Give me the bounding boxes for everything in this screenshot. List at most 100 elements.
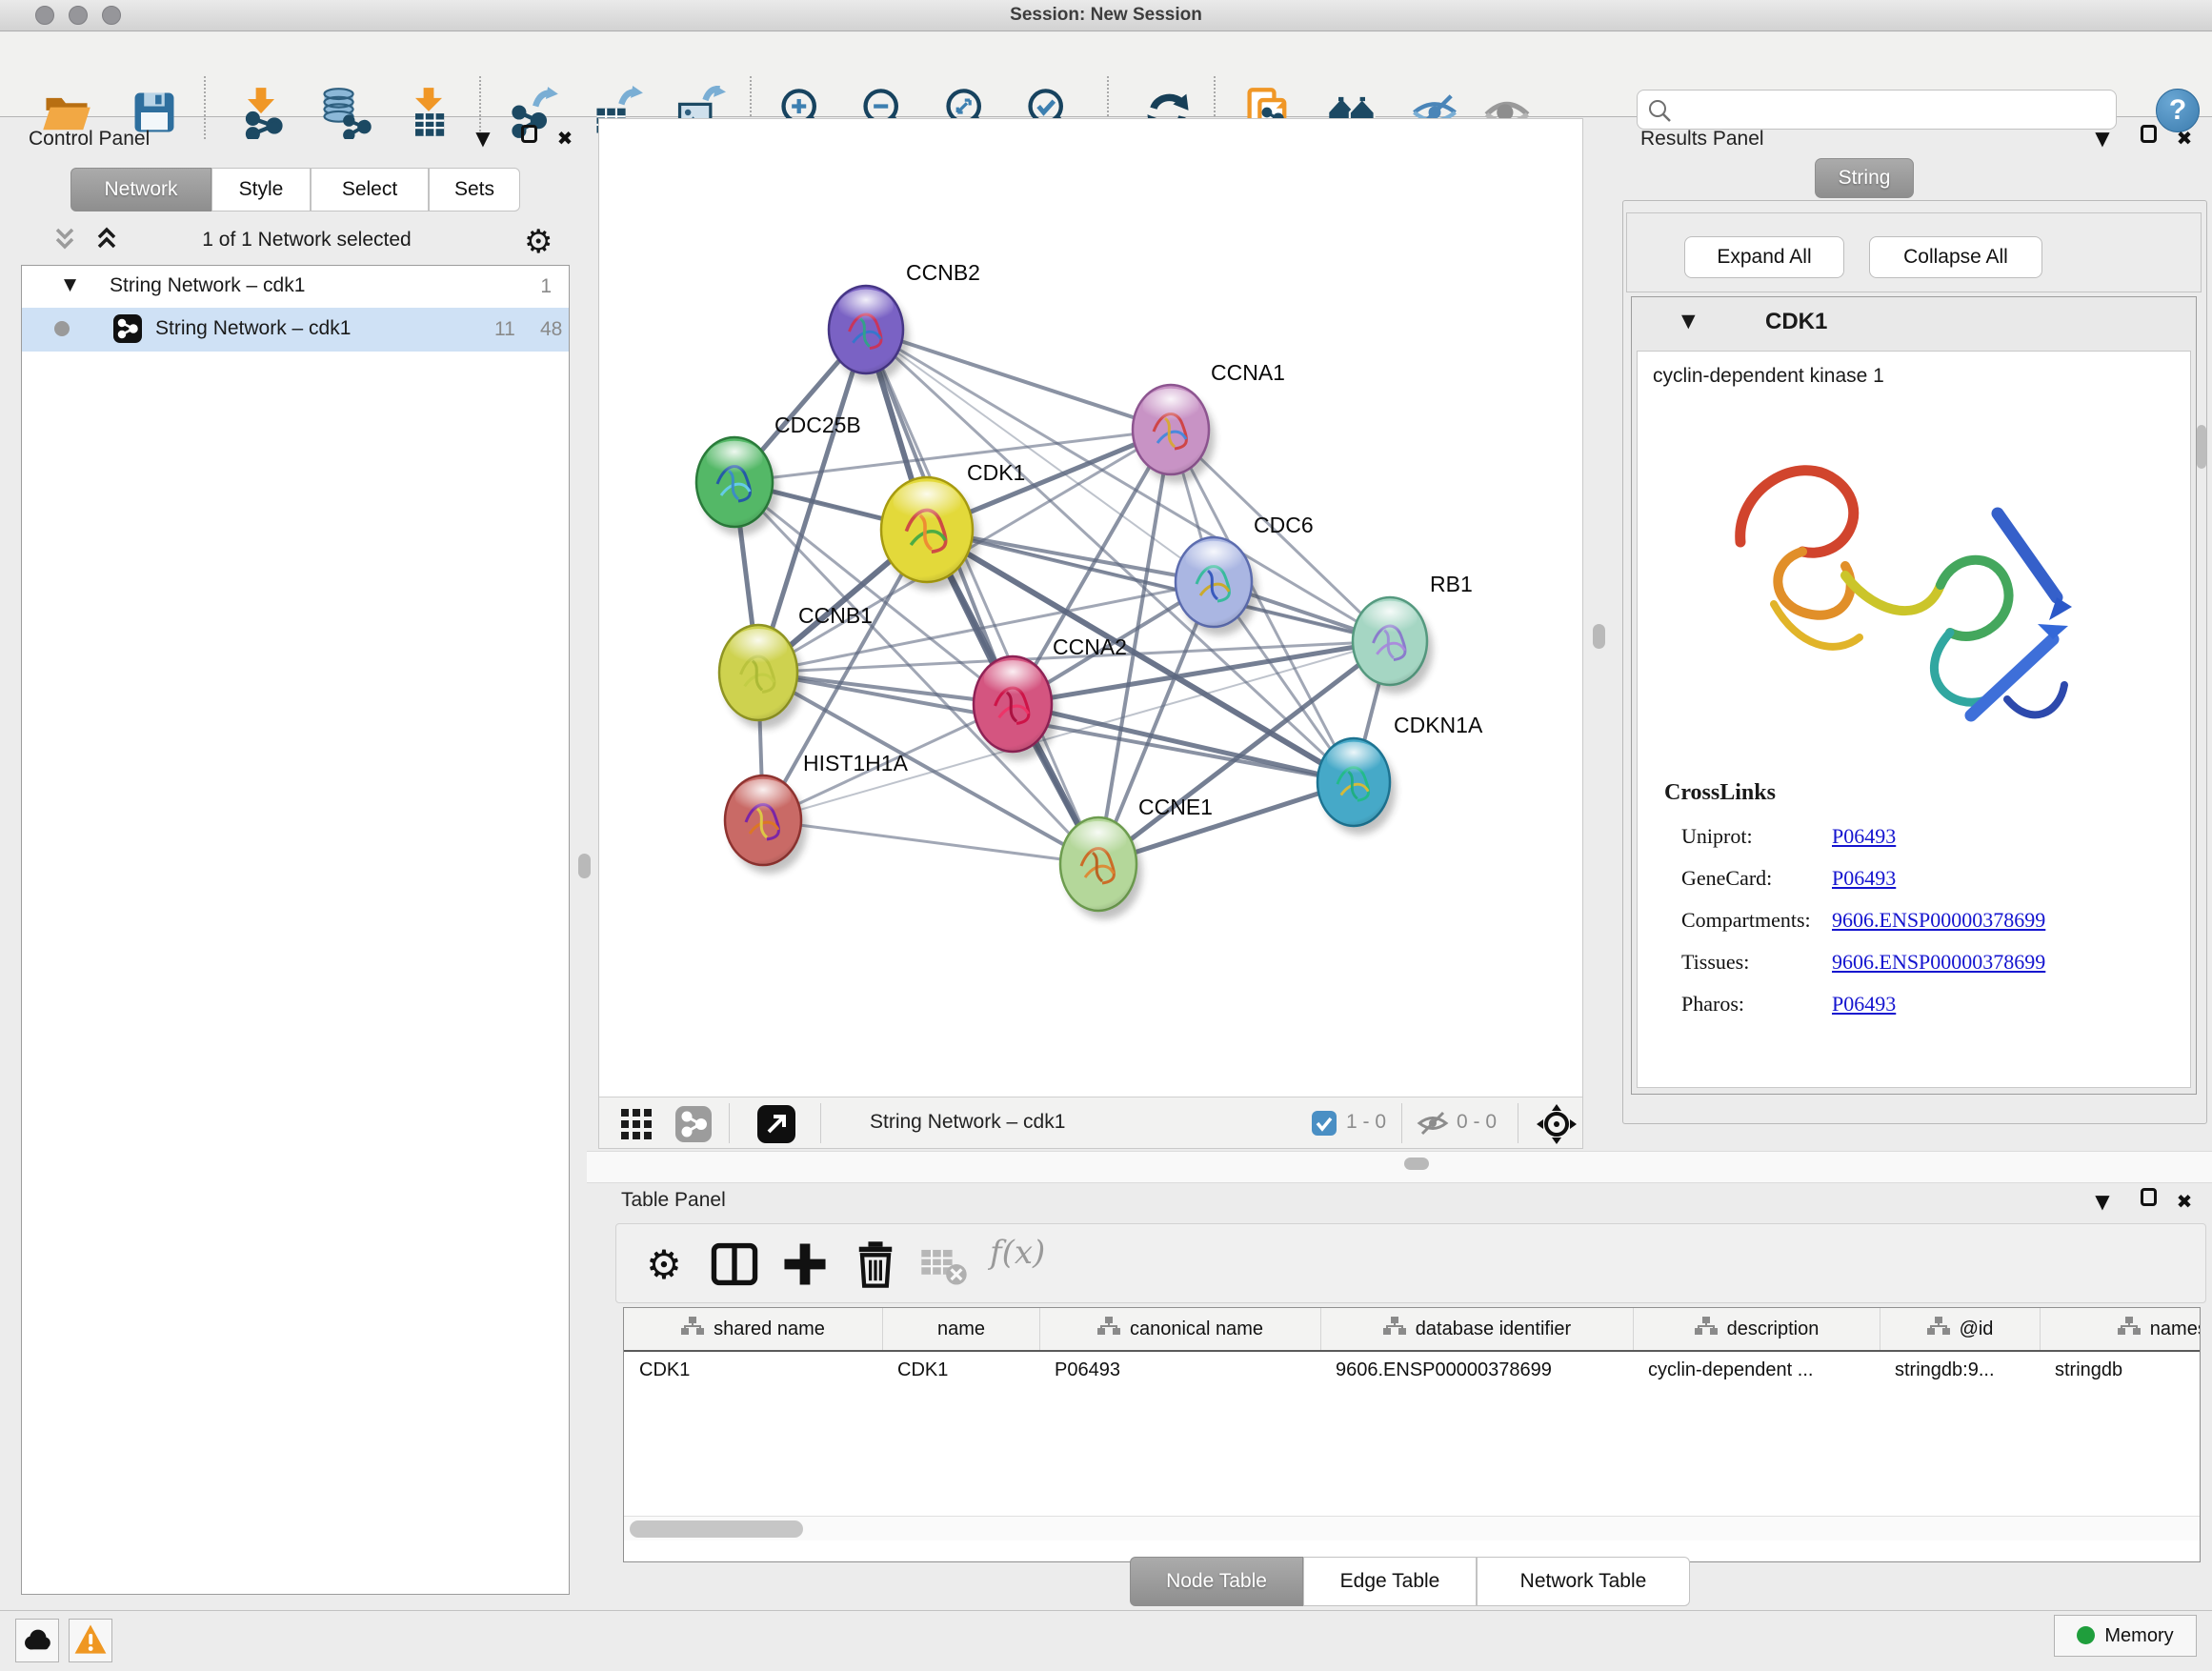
detach-view-icon[interactable]	[757, 1105, 795, 1143]
crosslink-value-link[interactable]: 9606.ENSP00000378699	[1832, 908, 2045, 933]
network-edge[interactable]	[866, 330, 1171, 430]
table-panel-close-icon[interactable]: ✖	[2170, 1189, 2199, 1214]
crosslink-value-link[interactable]: P06493	[1832, 824, 1896, 849]
column-header-shared-name[interactable]: shared name	[624, 1308, 882, 1350]
network-edge[interactable]	[866, 330, 1098, 864]
memory-status-dot-icon	[2077, 1626, 2095, 1644]
column-header-database-identifier[interactable]: database identifier	[1320, 1308, 1633, 1350]
delete-column-trash-icon[interactable]	[849, 1238, 902, 1291]
table-cell[interactable]: 9606.ENSP00000378699	[1320, 1352, 1633, 1392]
column-header--id[interactable]: @id	[1880, 1308, 2040, 1350]
scrollbar-thumb[interactable]	[630, 1520, 803, 1538]
table-cell[interactable]: stringdb	[2040, 1352, 2201, 1392]
application-window: Session: New Session	[0, 0, 2212, 1671]
grid-view-icon[interactable]	[620, 1108, 653, 1140]
function-builder-icon[interactable]: f(x)	[990, 1234, 1045, 1272]
network-options-gear-icon[interactable]: ⚙	[524, 223, 553, 261]
network-node-CDK1[interactable]: CDK1	[881, 460, 1025, 591]
crosslink-label: Tissues:	[1681, 950, 1749, 975]
table-panel-menu-icon[interactable]: ▼	[2088, 1189, 2117, 1214]
vertical-splitter-handle[interactable]	[578, 854, 591, 878]
network-edge[interactable]	[763, 820, 1098, 864]
control-panel-close-icon[interactable]: ✖	[551, 126, 579, 151]
hidden-eye-slash-icon	[1417, 1109, 1449, 1137]
table-cell[interactable]: cyclin-dependent ...	[1633, 1352, 1880, 1392]
warning-status-icon[interactable]	[69, 1619, 112, 1662]
hierarchy-icon	[1383, 1316, 1406, 1342]
control-panel-menu-icon[interactable]: ▼	[469, 126, 497, 151]
column-header-description[interactable]: description	[1633, 1308, 1880, 1350]
node-label: CCNB1	[798, 603, 873, 628]
tab-edge-table[interactable]: Edge Table	[1303, 1557, 1477, 1606]
gene-section-header[interactable]: ▼ CDK1	[1632, 297, 2196, 349]
network-row[interactable]: String Network – cdk1 11 48	[22, 308, 569, 352]
tab-style[interactable]: Style	[211, 168, 311, 211]
collapse-all-chevron-icon[interactable]	[50, 227, 80, 255]
delete-table-icon[interactable]	[917, 1238, 971, 1291]
column-header-canonical-name[interactable]: canonical name	[1039, 1308, 1320, 1350]
crosslink-value-link[interactable]: P06493	[1832, 866, 1896, 891]
table-row[interactable]: CDK1CDK1P064939606.ENSP00000378699cyclin…	[624, 1352, 2200, 1392]
network-node-CDKN1A[interactable]: CDKN1A	[1317, 713, 1483, 835]
show-columns-icon[interactable]	[708, 1238, 761, 1291]
results-panel-close-icon[interactable]: ✖	[2170, 126, 2199, 151]
table-cell[interactable]: stringdb:9...	[1880, 1352, 2040, 1392]
tab-network-table[interactable]: Network Table	[1477, 1557, 1690, 1606]
control-panel-float-icon[interactable]	[514, 124, 543, 149]
birdseye-crosshair-icon[interactable]	[1537, 1104, 1577, 1144]
import-network-database-icon[interactable]	[318, 86, 372, 139]
expand-all-chevron-icon[interactable]	[91, 227, 122, 255]
collection-count: 1	[540, 275, 552, 298]
import-network-file-icon[interactable]	[234, 86, 288, 139]
network-node-HIST1H1A[interactable]: HIST1H1A	[725, 751, 909, 874]
network-edge[interactable]	[1013, 704, 1354, 782]
expand-all-button[interactable]: Expand All	[1684, 236, 1844, 278]
table-cell[interactable]: CDK1	[624, 1352, 882, 1392]
crosslink-value-link[interactable]: P06493	[1832, 992, 1896, 1017]
collapse-all-button[interactable]: Collapse All	[1869, 236, 2042, 278]
network-collection-row[interactable]: ▼ String Network – cdk1 1	[22, 266, 569, 308]
results-panel-title: Results Panel	[1640, 128, 1764, 151]
tab-sets[interactable]: Sets	[429, 168, 520, 211]
horizontal-splitter[interactable]	[587, 1151, 2212, 1183]
search-box	[1637, 90, 2117, 130]
network-node-RB1[interactable]: RB1	[1353, 572, 1473, 694]
network-node-CCNE1[interactable]: CCNE1	[1060, 795, 1213, 919]
node-label: CDC6	[1254, 513, 1314, 537]
table-cell[interactable]: P06493	[1039, 1352, 1320, 1392]
search-icon	[1647, 98, 1672, 123]
table-horizontal-scrollbar[interactable]	[624, 1516, 2200, 1540]
selection-status: 1 of 1 Network selected	[126, 229, 488, 252]
gene-disclosure-icon[interactable]: ▼	[1681, 311, 1696, 332]
selected-checkbox-icon[interactable]	[1312, 1111, 1337, 1136]
network-graph[interactable]: CCNB2CCNA1CDC25BCDK1CDC6RB1CCNB1CCNA2CDK…	[599, 119, 1584, 1097]
results-panel-float-icon[interactable]	[2134, 124, 2162, 149]
table-body: CDK1CDK1P064939606.ENSP00000378699cyclin…	[624, 1352, 2200, 1392]
table-panel-float-icon[interactable]	[2134, 1187, 2162, 1212]
network-view-mode-icon[interactable]	[675, 1106, 712, 1142]
crosslink-value-link[interactable]: 9606.ENSP00000378699	[1832, 950, 2045, 975]
create-column-icon[interactable]	[778, 1238, 832, 1291]
results-panel-scrollbar[interactable]	[2197, 425, 2206, 469]
import-table-file-icon[interactable]	[402, 86, 455, 139]
tab-string[interactable]: String	[1815, 158, 1914, 198]
collection-disclosure-icon[interactable]: ▼	[64, 275, 76, 294]
column-header-name[interactable]: name	[882, 1308, 1039, 1350]
tab-select[interactable]: Select	[311, 168, 429, 211]
memory-label: Memory	[2104, 1625, 2173, 1646]
search-input[interactable]	[1679, 92, 2108, 127]
vertical-splitter-handle[interactable]	[1593, 624, 1605, 649]
node-table[interactable]: shared namename canonical name database id…	[623, 1307, 2201, 1562]
tab-node-table[interactable]: Node Table	[1130, 1557, 1303, 1606]
network-node-CCNA2[interactable]: CCNA2	[974, 634, 1127, 760]
horizontal-splitter-handle[interactable]	[1404, 1158, 1429, 1170]
results-panel-menu-icon[interactable]: ▼	[2088, 126, 2117, 151]
cloud-status-icon[interactable]	[15, 1619, 59, 1662]
column-header-namespace[interactable]: namespace	[2040, 1308, 2201, 1350]
hierarchy-icon	[2118, 1316, 2141, 1342]
memory-button[interactable]: Memory	[2054, 1615, 2197, 1657]
tab-network[interactable]: Network	[70, 168, 211, 211]
table-options-gear-icon[interactable]: ⚙	[637, 1238, 691, 1291]
column-label: canonical name	[1130, 1319, 1263, 1340]
table-cell[interactable]: CDK1	[882, 1352, 1039, 1392]
